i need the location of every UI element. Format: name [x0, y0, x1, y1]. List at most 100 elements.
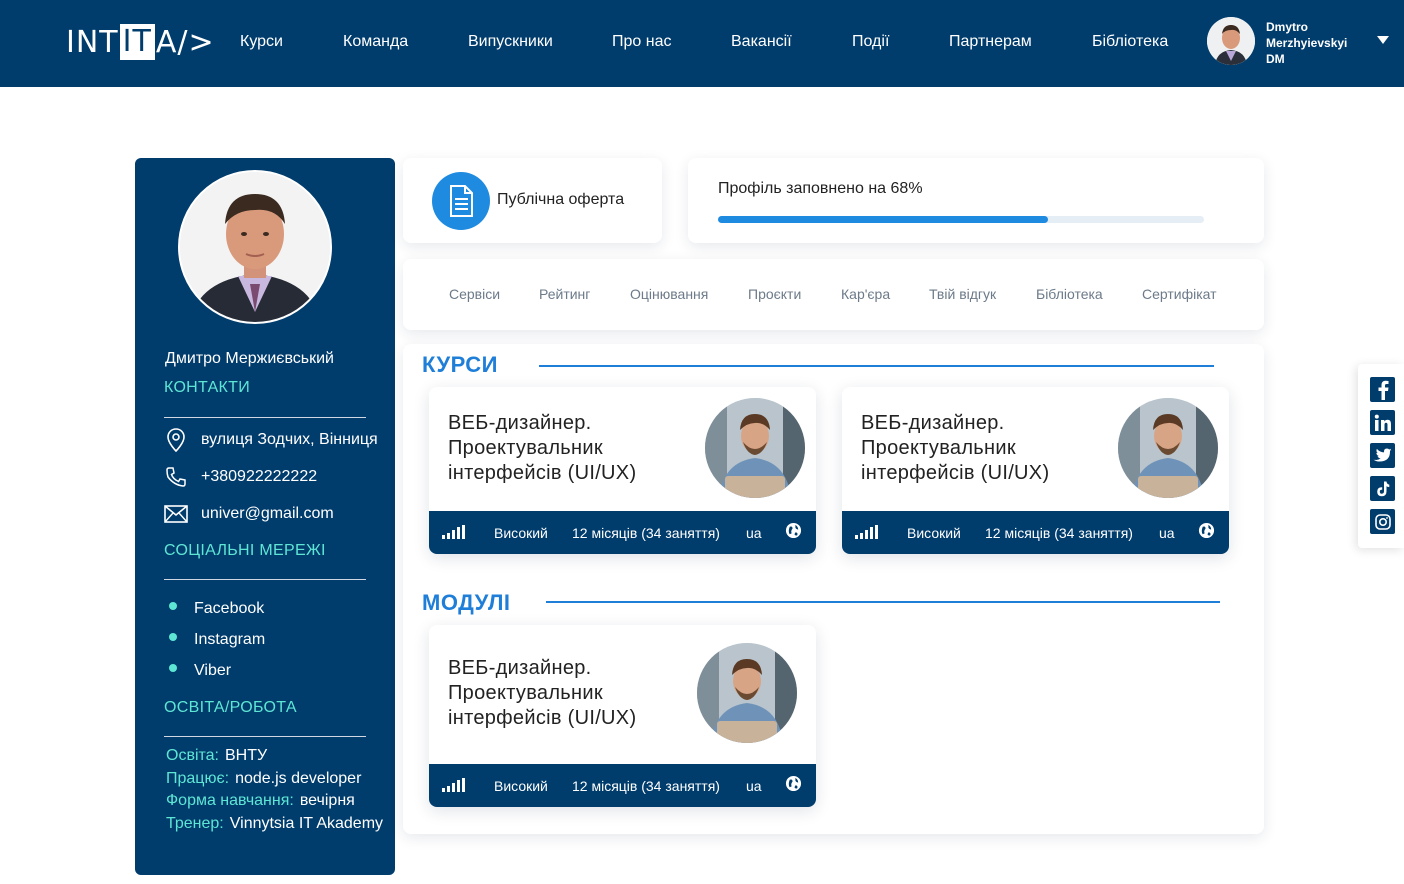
module-title: ВЕБ-дизайнер. Проектувальник інтерфейсів… [448, 657, 637, 729]
nav-item-graduates[interactable]: Випускники [468, 33, 553, 51]
tab-grading[interactable]: Оцінювання [630, 286, 708, 302]
course-duration: 12 місяців (34 заняття) [572, 525, 720, 541]
info-label: Освіта: [166, 747, 219, 764]
address-text: вулиця Зодчих, Вінниця [201, 431, 378, 448]
user-menu-caret-icon[interactable] [1377, 36, 1389, 44]
intita-logo[interactable]: INT IT A/> [66, 22, 215, 62]
module-duration: 12 місяців (34 заняття) [572, 778, 720, 794]
bullet-icon [169, 602, 177, 610]
info-trainer: Тренер: Vinnytsia IT Akademy [166, 815, 383, 833]
info-value: Vinnytsia IT Akademy [229, 815, 384, 832]
public-offer-label: Публічна оферта [497, 191, 625, 208]
contact-email[interactable]: univer@gmail.com [163, 501, 334, 527]
module-image [697, 643, 797, 743]
course-duration: 12 місяців (34 заняття) [985, 525, 1133, 541]
nav-item-partners[interactable]: Партнерам [949, 33, 1032, 51]
profile-progress-card: Профіль заповнено на 68% [688, 158, 1264, 243]
user-last-name: Merzhyievskyi [1266, 36, 1348, 50]
courses-panel: КУРСИ ВЕБ-дизайнер. Проектувальник інтер… [403, 344, 1264, 834]
nav-item-team[interactable]: Команда [343, 33, 408, 51]
tiktok-icon[interactable] [1370, 476, 1395, 501]
module-info-bar: Високий 12 місяців (34 заняття) ua [429, 764, 816, 807]
logo-text-left: INT [66, 24, 119, 60]
phone-text: +380922222222 [201, 468, 318, 485]
globe-icon [1198, 522, 1215, 539]
course-language: ua [746, 525, 762, 541]
info-label: Тренер: [166, 815, 224, 832]
linkedin-icon[interactable] [1370, 410, 1395, 435]
top-navbar: INT IT A/> Курси Команда Випускники Про на… [0, 0, 1404, 87]
course-language: ua [1159, 525, 1175, 541]
twitter-icon[interactable] [1370, 443, 1395, 468]
nav-item-courses[interactable]: Курси [240, 33, 283, 51]
divider [164, 579, 366, 580]
module-card[interactable]: ВЕБ-дизайнер. Проектувальник інтерфейсів… [429, 625, 816, 807]
social-label: Instagram [194, 631, 266, 648]
divider [164, 417, 366, 418]
module-level: Високий [494, 778, 548, 794]
user-avatar[interactable] [1207, 17, 1255, 65]
user-first-name: Dmytro [1266, 20, 1309, 34]
profile-progress-bar [718, 216, 1204, 223]
contacts-heading: КОНТАКТИ [164, 379, 251, 396]
nav-item-library[interactable]: Бібліотека [1092, 33, 1168, 51]
tab-career[interactable]: Кар'єра [841, 286, 890, 302]
logo-text-right: A/> [155, 24, 215, 60]
document-icon [432, 172, 490, 230]
contact-phone[interactable]: +380922222222 [163, 464, 317, 490]
social-heading: СОЦІАЛЬНІ МЕРЕЖІ [164, 542, 326, 559]
tab-certificate[interactable]: Сертифікат [1142, 286, 1217, 302]
globe-icon [785, 775, 802, 792]
section-divider [546, 601, 1220, 603]
phone-icon [163, 464, 189, 490]
level-signal-icon [442, 778, 467, 792]
public-offer-card[interactable]: Публічна оферта [403, 158, 662, 243]
email-icon [163, 501, 189, 527]
course-level: Високий [494, 525, 548, 541]
instagram-icon[interactable] [1370, 509, 1395, 534]
social-item-instagram[interactable]: Instagram [169, 631, 265, 649]
info-value: ВНТУ [225, 747, 268, 764]
globe-icon [785, 522, 802, 539]
social-label: Viber [194, 662, 232, 679]
course-info-bar: Високий 12 місяців (34 заняття) ua [429, 511, 816, 554]
nav-item-about[interactable]: Про нас [612, 33, 671, 51]
user-name[interactable]: Dmytro Merzhyievskyi DM [1266, 19, 1347, 67]
social-share-rail [1358, 364, 1404, 548]
course-image [1118, 398, 1218, 498]
course-card[interactable]: ВЕБ-дизайнер. Проектувальник інтерфейсів… [842, 387, 1229, 554]
nav-item-vacancies[interactable]: Вакансії [731, 33, 792, 51]
social-item-facebook[interactable]: Facebook [169, 600, 264, 618]
profile-name: Дмитро Мержиєвський [165, 350, 334, 367]
course-info-bar: Високий 12 місяців (34 заняття) ua [842, 511, 1229, 554]
education-heading: ОСВІТА/РОБОТА [164, 699, 297, 716]
tab-rating[interactable]: Рейтинг [539, 286, 590, 302]
profile-progress-fill [718, 216, 1049, 223]
courses-section-title: КУРСИ [422, 352, 498, 377]
bullet-icon [169, 633, 177, 641]
user-initials: DM [1266, 52, 1285, 66]
course-level: Високий [907, 525, 961, 541]
course-title: ВЕБ-дизайнер. Проектувальник інтерфейсів… [861, 412, 1050, 484]
profile-photo [178, 170, 332, 324]
tab-library[interactable]: Бібліотека [1036, 286, 1103, 302]
profile-tabs: Сервіси Рейтинг Оцінювання Проєкти Кар'є… [403, 259, 1264, 330]
info-education: Освіта: ВНТУ [166, 747, 267, 765]
tab-feedback[interactable]: Твій відгук [929, 286, 996, 302]
location-pin-icon [163, 427, 189, 453]
social-item-viber[interactable]: Viber [169, 662, 231, 680]
profile-sidebar: Дмитро Мержиєвський КОНТАКТИ вулиця Зодч… [135, 158, 395, 875]
profile-progress-label: Профіль заповнено на 68% [718, 180, 923, 197]
contact-address: вулиця Зодчих, Вінниця [163, 427, 378, 453]
info-value: вечірня [299, 792, 355, 809]
nav-item-events[interactable]: Події [852, 33, 889, 51]
modules-section-title: МОДУЛІ [422, 590, 511, 615]
tab-services[interactable]: Сервіси [449, 286, 500, 302]
course-card[interactable]: ВЕБ-дизайнер. Проектувальник інтерфейсів… [429, 387, 816, 554]
bullet-icon [169, 664, 177, 672]
info-study-form: Форма навчання: вечірня [166, 792, 355, 810]
section-divider [539, 365, 1214, 367]
facebook-icon[interactable] [1370, 377, 1395, 402]
tab-projects[interactable]: Проєкти [748, 286, 801, 302]
email-text: univer@gmail.com [201, 505, 334, 522]
